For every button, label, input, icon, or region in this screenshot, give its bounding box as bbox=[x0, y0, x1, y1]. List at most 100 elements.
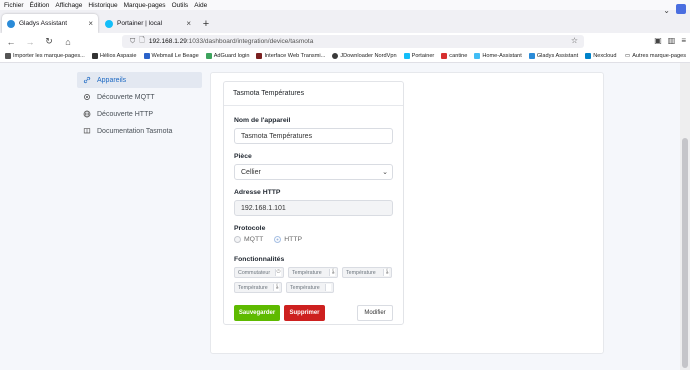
bookmark-item[interactable]: Importer les marque-pages... bbox=[5, 53, 85, 59]
book-icon bbox=[83, 128, 91, 134]
bookmark-favicon-icon bbox=[205, 53, 212, 59]
blank-icon bbox=[325, 284, 331, 291]
folder-icon: ▭ bbox=[624, 53, 631, 59]
edit-button[interactable]: Modifier bbox=[357, 305, 393, 321]
reload-icon[interactable]: ↻ bbox=[44, 36, 54, 47]
bookmark-favicon-icon bbox=[528, 53, 535, 59]
extension-icon[interactable]: ▣ bbox=[654, 36, 662, 45]
bookmark-item[interactable]: Portainer bbox=[403, 53, 434, 59]
protocol-http-radio[interactable]: HTTP bbox=[274, 236, 302, 243]
bookmark-favicon-icon bbox=[441, 53, 448, 59]
menu-file[interactable]: Fichier bbox=[4, 2, 24, 9]
menu-view[interactable]: Affichage bbox=[55, 2, 82, 9]
room-select[interactable]: Cellier ⌄ bbox=[234, 164, 393, 180]
browser-menubar: Fichier Édition Affichage Historique Mar… bbox=[0, 0, 690, 10]
save-button[interactable]: Sauvegarder bbox=[234, 305, 280, 321]
tab-gladys[interactable]: Gladys Assistant × bbox=[2, 14, 98, 33]
url-bar[interactable]: ⛉ 🗋 192.168.1.29:1033/dashboard/integrat… bbox=[122, 35, 584, 48]
bookmark-favicon-icon bbox=[256, 53, 263, 59]
sidebar-item-http-discovery[interactable]: Découverte HTTP bbox=[77, 106, 202, 122]
http-address-label: Adresse HTTP bbox=[234, 189, 281, 196]
radio-circle-icon bbox=[234, 236, 241, 243]
bookmark-favicon-icon bbox=[332, 53, 339, 59]
back-arrow-icon[interactable]: ← bbox=[6, 37, 16, 47]
new-tab-button[interactable]: + bbox=[198, 14, 214, 33]
power-icon: ⏻ bbox=[275, 269, 281, 276]
bookmark-favicon-icon bbox=[403, 53, 410, 59]
menu-help[interactable]: Aide bbox=[194, 2, 207, 9]
chevron-down-icon: ⌄ bbox=[382, 169, 388, 176]
bookmark-item[interactable]: cantine bbox=[441, 53, 467, 59]
tab-strip: Gladys Assistant × Portainer | local × + bbox=[0, 10, 690, 33]
http-address-input: 192.168.1.101 bbox=[234, 200, 393, 216]
bookmark-star-icon[interactable]: ☆ bbox=[571, 36, 578, 45]
sidebar-item-devices[interactable]: Appareils bbox=[77, 72, 202, 88]
bookmarks-bar: Importer les marque-pages... Hélios Aspa… bbox=[0, 50, 690, 63]
forward-arrow-icon[interactable]: → bbox=[25, 37, 35, 47]
protocol-mqtt-radio[interactable]: MQTT bbox=[234, 236, 263, 243]
device-form: Nom de l'appareil Tasmota Températures P… bbox=[234, 117, 393, 297]
features-label: Fonctionnalités bbox=[234, 256, 285, 263]
radio-circle-icon bbox=[274, 236, 282, 243]
url-host: 192.168.1.29 bbox=[148, 38, 187, 45]
tab-portainer[interactable]: Portainer | local × bbox=[100, 14, 196, 33]
sidebar-item-documentation[interactable]: Documentation Tasmota bbox=[77, 123, 202, 139]
thermometer-icon: 🌡 bbox=[329, 269, 337, 276]
bookmark-item[interactable]: AdGuard login bbox=[205, 53, 249, 59]
globe-icon bbox=[83, 110, 91, 118]
tab-title: Gladys Assistant bbox=[19, 20, 68, 27]
shield-icon[interactable]: ⛉ bbox=[130, 38, 135, 46]
bookmark-favicon-icon bbox=[91, 53, 98, 59]
integration-sidebar: Appareils Découverte MQTT Découverte HTT… bbox=[77, 72, 202, 140]
menu-history[interactable]: Historique bbox=[88, 2, 117, 9]
bookmark-item[interactable]: Home-Assistant bbox=[474, 53, 522, 59]
home-icon[interactable]: ⌂ bbox=[63, 37, 73, 47]
bookmark-item[interactable]: Webmail Le Beage bbox=[143, 53, 199, 59]
tab-close-icon[interactable]: × bbox=[88, 19, 93, 28]
gladys-favicon-icon bbox=[7, 19, 15, 28]
device-card-title: Tasmota Températures bbox=[224, 82, 403, 106]
settings-icon bbox=[84, 94, 90, 100]
device-name-input[interactable]: Tasmota Températures bbox=[234, 128, 393, 144]
link-icon bbox=[83, 76, 91, 84]
bookmark-favicon-icon bbox=[585, 53, 592, 59]
bookmark-item[interactable]: JDownloader NordVpn bbox=[332, 53, 397, 59]
devices-card: Tasmota Températures Nom de l'appareil T… bbox=[210, 72, 604, 354]
feature-temperature: Température 🌡 bbox=[342, 267, 392, 278]
tab-close-icon[interactable]: × bbox=[186, 19, 191, 28]
thermometer-icon: 🌡 bbox=[273, 284, 281, 291]
sidebar-item-label: Appareils bbox=[97, 76, 127, 84]
feature-switch: Commutateur ⏻ bbox=[234, 267, 284, 278]
device-actions: Sauvegarder Supprimer Modifier bbox=[234, 305, 393, 321]
page-scrollbar[interactable] bbox=[680, 63, 690, 370]
tab-title: Portainer | local bbox=[117, 20, 163, 27]
menu-hamburger-icon[interactable]: ≡ bbox=[681, 36, 686, 45]
other-bookmarks[interactable]: ▭ Autres marque-pages bbox=[625, 53, 686, 59]
sidebar-item-label: Découverte HTTP bbox=[97, 110, 154, 118]
menu-edit[interactable]: Édition bbox=[30, 2, 50, 9]
bookmark-favicon-icon bbox=[474, 53, 481, 59]
bookmark-item[interactable]: Gladys Assistant bbox=[528, 53, 578, 59]
scrollbar-thumb[interactable] bbox=[682, 138, 688, 368]
delete-button[interactable]: Supprimer bbox=[284, 305, 325, 321]
url-path: :1033/dashboard/integration/device/tasmo… bbox=[186, 38, 314, 45]
bookmark-item[interactable]: Nexcloud bbox=[585, 53, 617, 59]
feature-temperature: Température 🌡 bbox=[288, 267, 338, 278]
tab-list-chevron-icon[interactable]: ⌄ bbox=[663, 6, 670, 15]
bookmark-favicon-icon bbox=[143, 53, 150, 59]
page-info-icon[interactable]: 🗋 bbox=[139, 36, 145, 47]
sidebar-item-mqtt-discovery[interactable]: Découverte MQTT bbox=[77, 89, 202, 105]
sidebar-item-label: Documentation Tasmota bbox=[97, 127, 173, 135]
window-control-icon[interactable] bbox=[676, 4, 686, 14]
portainer-favicon-icon bbox=[105, 19, 113, 28]
feature-temperature: Température 🌡 bbox=[234, 282, 282, 293]
room-select-value: Cellier bbox=[241, 168, 261, 176]
bookmark-item[interactable]: Hélios Aspasie bbox=[91, 53, 137, 59]
menu-tools[interactable]: Outils bbox=[172, 2, 189, 9]
thermometer-icon: 🌡 bbox=[383, 269, 391, 276]
extensions-puzzle-icon[interactable]: ▥ bbox=[668, 36, 676, 45]
bookmark-item[interactable]: Interface Web Transmi... bbox=[256, 53, 325, 59]
protocol-label: Protocole bbox=[234, 225, 266, 232]
device-name-label: Nom de l'appareil bbox=[234, 117, 291, 124]
menu-bookmarks[interactable]: Marque-pages bbox=[124, 2, 166, 9]
